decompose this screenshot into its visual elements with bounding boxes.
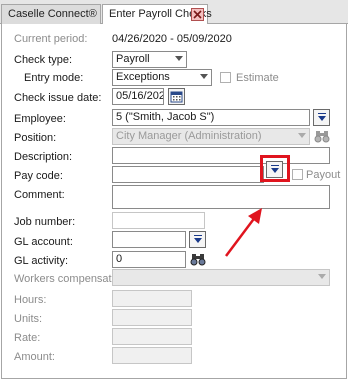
annotation-highlight-box xyxy=(260,155,290,182)
check-issue-date-label: Check issue date: xyxy=(14,92,102,104)
estimate-label: Estimate xyxy=(236,72,279,84)
gl-account-dropdown-button[interactable] xyxy=(189,231,206,248)
pay-code-field[interactable] xyxy=(112,166,264,183)
dropdown-arrow-icon xyxy=(318,116,326,121)
dropdown-arrow-icon xyxy=(194,238,202,243)
calendar-icon xyxy=(170,91,183,103)
gl-account-field[interactable] xyxy=(112,231,186,248)
employee-field[interactable]: 5 ("Smith, Jacob S") xyxy=(112,109,310,126)
chevron-down-icon xyxy=(298,133,306,138)
job-number-field[interactable] xyxy=(112,212,205,229)
check-type-label: Check type: xyxy=(14,54,73,66)
entry-mode-label: Entry mode: xyxy=(24,72,84,84)
tab-caselle-connect[interactable]: Caselle Connect® xyxy=(1,4,101,25)
employee-label: Employee: xyxy=(14,113,66,125)
annotation-arrow-icon xyxy=(225,208,262,257)
tab-enter-payroll-checks[interactable]: Enter Payroll Checks xyxy=(102,4,212,25)
chevron-down-icon xyxy=(175,56,183,61)
chevron-down-icon xyxy=(318,274,326,279)
entry-mode-value: Exceptions xyxy=(116,71,170,83)
current-period-value: 04/26/2020 - 05/09/2020 xyxy=(112,33,232,45)
check-issue-date-value: 05/16/2020 xyxy=(116,90,163,102)
entry-mode-select[interactable]: Exceptions xyxy=(112,69,212,86)
gl-account-label: GL account: xyxy=(14,236,73,248)
description-field[interactable] xyxy=(112,147,330,164)
description-label: Description: xyxy=(14,151,73,163)
binoculars-icon[interactable] xyxy=(314,128,330,144)
chevron-down-icon xyxy=(200,74,208,79)
units-label: Units: xyxy=(14,313,43,325)
amount-label: Amount: xyxy=(14,351,55,363)
employee-dropdown-button[interactable] xyxy=(313,109,330,126)
calendar-button[interactable] xyxy=(168,88,185,105)
close-icon[interactable] xyxy=(191,8,204,21)
gl-activity-value: 0 xyxy=(116,253,123,265)
position-value: City Manager (Administration) xyxy=(116,130,262,142)
check-type-value: Payroll xyxy=(116,53,150,65)
dropdown-bar xyxy=(194,235,202,236)
hours-field[interactable] xyxy=(112,290,192,307)
tab-label: Caselle Connect® xyxy=(8,8,97,20)
check-type-select[interactable]: Payroll xyxy=(112,51,187,68)
binoculars-icon[interactable] xyxy=(190,251,206,267)
check-issue-date-field[interactable]: 05/16/2020 xyxy=(112,88,164,105)
dropdown-bar xyxy=(318,113,326,114)
rate-label: Rate: xyxy=(14,332,41,344)
position-select[interactable]: City Manager (Administration) xyxy=(112,128,310,145)
gl-activity-label: GL activity: xyxy=(14,255,68,267)
gl-activity-field[interactable]: 0 xyxy=(112,251,186,268)
hours-label: Hours: xyxy=(14,294,47,306)
payout-label: Payout xyxy=(306,169,341,181)
employee-value: 5 ("Smith, Jacob S") xyxy=(116,111,215,123)
pay-code-label: Pay code: xyxy=(14,170,63,182)
units-field[interactable] xyxy=(112,309,192,326)
current-period-label: Current period: xyxy=(14,33,88,45)
rate-field[interactable] xyxy=(112,328,192,345)
comment-label: Comment: xyxy=(14,189,65,201)
amount-field[interactable] xyxy=(112,347,192,364)
payout-checkbox[interactable] xyxy=(292,169,303,180)
tab-bar: Caselle Connect® Enter Payroll Checks xyxy=(0,0,348,25)
estimate-checkbox[interactable] xyxy=(220,72,231,83)
position-label: Position: xyxy=(14,132,57,144)
payroll-form: Current period: 04/26/2020 - 05/09/2020 … xyxy=(1,24,347,379)
workers-comp-select[interactable] xyxy=(112,269,330,286)
job-number-label: Job number: xyxy=(14,216,76,228)
